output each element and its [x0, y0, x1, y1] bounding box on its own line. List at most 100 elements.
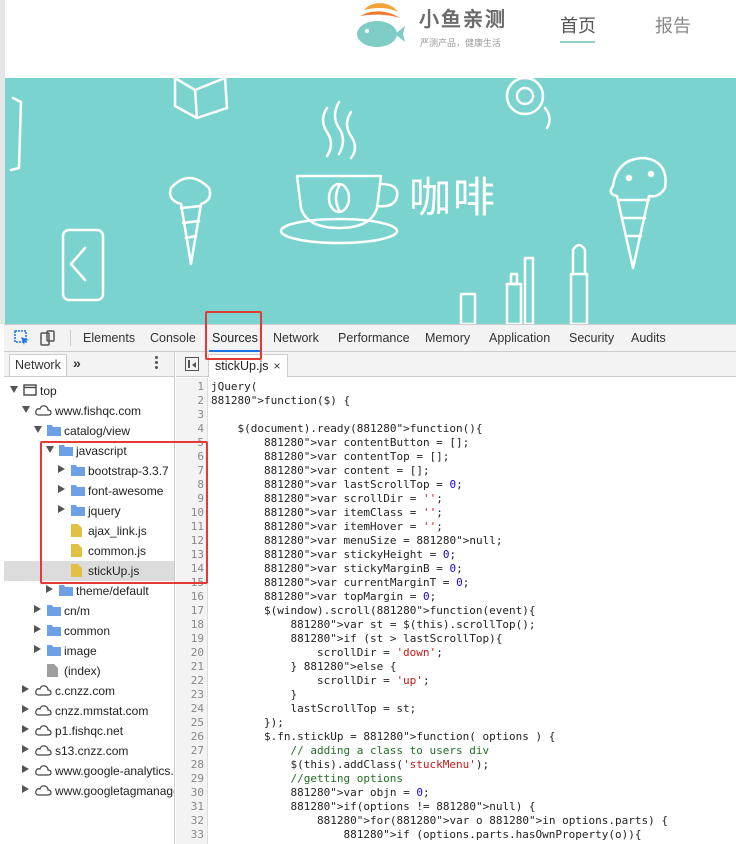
- line-number[interactable]: 32: [174, 814, 204, 827]
- code-line[interactable]: 881280">var contentButton = [];: [211, 436, 469, 449]
- line-number[interactable]: 33: [174, 828, 204, 841]
- line-number[interactable]: 2: [174, 394, 204, 407]
- code-line[interactable]: });: [211, 716, 284, 729]
- code-line[interactable]: 881280">var lastScrollTop = 0;: [211, 478, 463, 491]
- code-line[interactable]: 881280">var objn = 0;: [211, 786, 429, 799]
- collapse-arrow-icon[interactable]: [34, 605, 41, 613]
- tree-item[interactable]: www.fishqc.com: [4, 401, 174, 421]
- code-line[interactable]: 881280">var scrollDir = '';: [211, 492, 443, 505]
- tree-item[interactable]: catalog/view: [4, 421, 174, 441]
- line-number[interactable]: 24: [174, 702, 204, 715]
- line-number[interactable]: 25: [174, 716, 204, 729]
- code-line[interactable]: scrollDir = 'down';: [211, 646, 443, 659]
- collapse-arrow-icon[interactable]: [22, 705, 29, 713]
- tab-application[interactable]: Application: [489, 331, 550, 345]
- line-number[interactable]: 26: [174, 730, 204, 743]
- line-number[interactable]: 28: [174, 758, 204, 771]
- expand-arrow-icon[interactable]: [22, 406, 30, 413]
- tab-security[interactable]: Security: [569, 331, 614, 345]
- nav-report-link[interactable]: 报告: [655, 12, 691, 38]
- line-number[interactable]: 27: [174, 744, 204, 757]
- tab-elements[interactable]: Elements: [83, 331, 135, 345]
- code-line[interactable]: //getting options: [211, 772, 403, 785]
- collapse-arrow-icon[interactable]: [22, 745, 29, 753]
- tab-audits[interactable]: Audits: [631, 331, 666, 345]
- collapse-arrow-icon[interactable]: [22, 765, 29, 773]
- line-number[interactable]: 30: [174, 786, 204, 799]
- code-line[interactable]: $(window).scroll(881280">function(event)…: [211, 604, 536, 617]
- code-line[interactable]: } 881280">else {: [211, 660, 396, 673]
- code-line[interactable]: 881280">var stickyMarginB = 0;: [211, 562, 463, 575]
- tab-console[interactable]: Console: [150, 331, 196, 345]
- line-number[interactable]: 18: [174, 618, 204, 631]
- line-number[interactable]: 1: [174, 380, 204, 393]
- code-line[interactable]: $.fn.stickUp = 881280">function( options…: [211, 730, 555, 743]
- collapse-arrow-icon[interactable]: [46, 585, 53, 593]
- code-line[interactable]: 881280">var st = $(this).scrollTop();: [211, 618, 535, 631]
- code-line[interactable]: lastScrollTop = st;: [211, 702, 416, 715]
- tree-item[interactable]: cnzz.mmstat.com: [4, 701, 174, 721]
- tree-item[interactable]: theme/default: [4, 581, 174, 601]
- tree-item[interactable]: (index): [4, 661, 174, 681]
- toggle-navigator-icon[interactable]: [185, 357, 199, 371]
- collapse-arrow-icon[interactable]: [34, 625, 41, 633]
- line-number[interactable]: 23: [174, 688, 204, 701]
- code-line[interactable]: $(document).ready(881280">function(){: [211, 422, 482, 435]
- tree-item[interactable]: cn/m: [4, 601, 174, 621]
- line-number[interactable]: 31: [174, 800, 204, 813]
- code-line[interactable]: scrollDir = 'up';: [211, 674, 430, 687]
- collapse-arrow-icon[interactable]: [34, 645, 41, 653]
- expand-arrow-icon[interactable]: [34, 426, 42, 433]
- code-line[interactable]: 881280">var menuSize = 881280">null;: [211, 534, 502, 547]
- collapse-arrow-icon[interactable]: [22, 725, 29, 733]
- tab-performance[interactable]: Performance: [338, 331, 410, 345]
- tree-item[interactable]: s13.cnzz.com: [4, 741, 174, 761]
- tree-item[interactable]: image: [4, 641, 174, 661]
- line-number[interactable]: 3: [174, 408, 204, 421]
- line-number[interactable]: 22: [174, 674, 204, 687]
- line-number[interactable]: 16: [174, 590, 204, 603]
- code-line[interactable]: 881280">var itemClass = '';: [211, 506, 443, 519]
- code-line[interactable]: jQuery(: [211, 380, 257, 393]
- navigator-menu-icon[interactable]: [155, 356, 159, 372]
- code-line[interactable]: 881280">var stickyHeight = 0;: [211, 548, 456, 561]
- nav-home-link[interactable]: 首页: [560, 12, 596, 38]
- code-line[interactable]: // adding a class to users div: [211, 744, 489, 757]
- tree-item[interactable]: top: [4, 381, 174, 401]
- line-number[interactable]: 4: [174, 422, 204, 435]
- brand-name[interactable]: 小鱼亲测: [419, 3, 507, 32]
- fish-logo-icon[interactable]: [350, 2, 406, 50]
- code-line[interactable]: 881280">var contentTop = [];: [211, 450, 449, 463]
- inspect-element-icon[interactable]: [14, 330, 30, 346]
- code-line[interactable]: 881280">for(881280">var o 881280">in opt…: [211, 814, 668, 827]
- code-line[interactable]: 881280">function($) {: [211, 394, 350, 407]
- expand-arrow-icon[interactable]: [10, 386, 18, 393]
- line-number[interactable]: 29: [174, 772, 204, 785]
- code-editor[interactable]: jQuery(881280">function($) { $(document)…: [209, 378, 736, 844]
- code-line[interactable]: 881280">if (options.parts.hasOwnProperty…: [211, 828, 641, 841]
- tree-item[interactable]: www.google-analytics.c: [4, 761, 174, 781]
- tab-memory[interactable]: Memory: [425, 331, 470, 345]
- tree-item[interactable]: common: [4, 621, 174, 641]
- code-line[interactable]: 881280">if(options != 881280">null) {: [211, 800, 535, 813]
- hero-banner[interactable]: 咖啡: [0, 78, 736, 324]
- code-line[interactable]: 881280">var itemHover = '';: [211, 520, 443, 533]
- tree-item[interactable]: p1.fishqc.net: [4, 721, 174, 741]
- line-number[interactable]: 17: [174, 604, 204, 617]
- code-line[interactable]: }: [211, 688, 297, 701]
- navigator-network-tab[interactable]: Network: [9, 354, 67, 376]
- code-line[interactable]: $(this).addClass('stuckMenu');: [211, 758, 489, 771]
- line-number[interactable]: 21: [174, 660, 204, 673]
- code-line[interactable]: 881280">var topMargin = 0;: [211, 590, 436, 603]
- line-number[interactable]: 20: [174, 646, 204, 659]
- collapse-arrow-icon[interactable]: [22, 685, 29, 693]
- more-tabs-button[interactable]: »: [73, 355, 81, 371]
- code-line[interactable]: 881280">var currentMarginT = 0;: [211, 576, 469, 589]
- tree-item[interactable]: c.cnzz.com: [4, 681, 174, 701]
- tree-item[interactable]: www.googletagmanage: [4, 781, 174, 801]
- device-toggle-icon[interactable]: [40, 330, 56, 346]
- line-number[interactable]: 19: [174, 632, 204, 645]
- code-line[interactable]: 881280">if (st > lastScrollTop){: [211, 632, 502, 645]
- tab-network[interactable]: Network: [273, 331, 319, 345]
- close-tab-icon[interactable]: ×: [273, 359, 280, 373]
